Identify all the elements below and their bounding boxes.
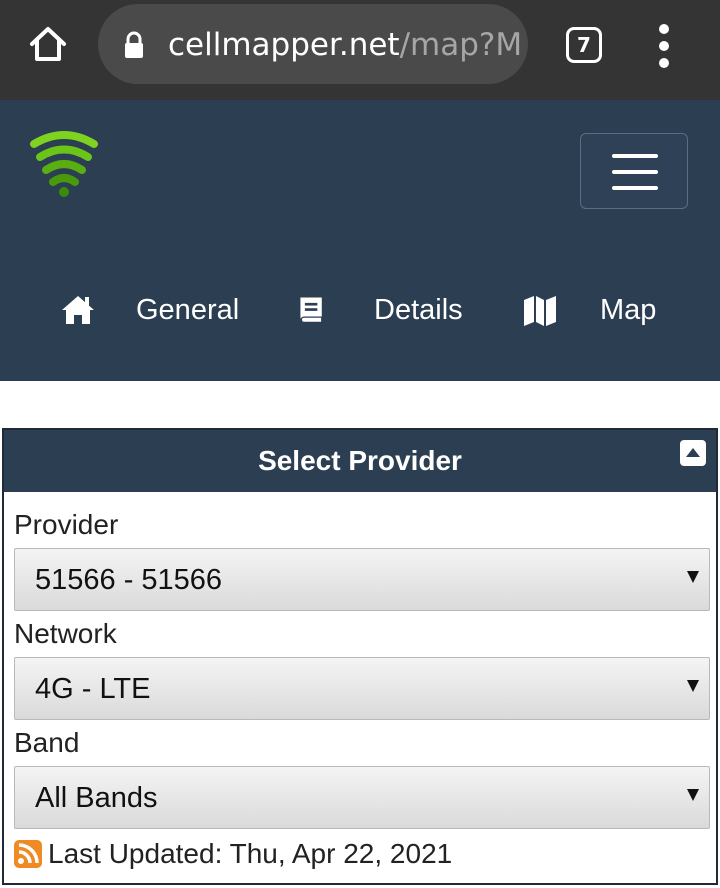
hamburger-menu-button[interactable] <box>580 133 688 209</box>
panel-header: Select Provider <box>4 430 716 492</box>
browser-toolbar: cellmapper.net/map?M 7 <box>0 0 720 100</box>
home-icon <box>62 296 94 324</box>
address-bar[interactable]: cellmapper.net/map?M <box>98 4 528 84</box>
dropdown-arrow-icon <box>687 680 699 692</box>
last-updated: Last Updated: Thu, Apr 22, 2021 <box>14 834 452 874</box>
wifi-logo-icon[interactable] <box>28 130 100 200</box>
book-icon <box>300 297 323 324</box>
band-select[interactable]: All Bands <box>14 766 710 829</box>
map-icon <box>524 296 556 326</box>
collapse-panel-button[interactable] <box>680 440 706 466</box>
url-text: cellmapper.net/map?M <box>168 26 522 64</box>
nav-item-general[interactable]: General <box>60 286 239 334</box>
dropdown-arrow-icon <box>687 571 699 583</box>
network-label: Network <box>14 618 117 649</box>
url-path: /map?M <box>399 27 523 63</box>
home-icon[interactable] <box>28 24 68 64</box>
site-navbar: General Details Map <box>0 100 720 381</box>
provider-label: Provider <box>14 509 119 540</box>
nav-item-label: General <box>136 293 240 326</box>
nav-item-details[interactable]: Details <box>296 286 463 334</box>
nav-item-map[interactable]: Map <box>522 286 656 334</box>
nav-item-label: Details <box>374 293 463 326</box>
rss-feed-icon[interactable] <box>14 840 42 868</box>
provider-select[interactable]: 51566 - 51566 <box>14 548 710 611</box>
network-select[interactable]: 4G - LTE <box>14 657 710 720</box>
select-provider-panel: Select Provider Provider 51566 - 51566 N… <box>2 428 718 885</box>
url-host: cellmapper.net <box>168 27 400 63</box>
band-label: Band <box>14 727 80 758</box>
network-select-value: 4G - LTE <box>35 673 151 705</box>
browser-menu-icon[interactable] <box>652 24 676 68</box>
panel-title: Select Provider <box>258 445 462 476</box>
provider-select-value: 51566 - 51566 <box>35 564 223 596</box>
nav-item-label: Map <box>600 293 657 326</box>
band-select-value: All Bands <box>35 782 158 814</box>
tab-switcher-button[interactable]: 7 <box>566 27 602 63</box>
lock-icon <box>125 31 143 58</box>
last-updated-text: Last Updated: Thu, Apr 22, 2021 <box>48 838 453 869</box>
dropdown-arrow-icon <box>687 789 699 801</box>
